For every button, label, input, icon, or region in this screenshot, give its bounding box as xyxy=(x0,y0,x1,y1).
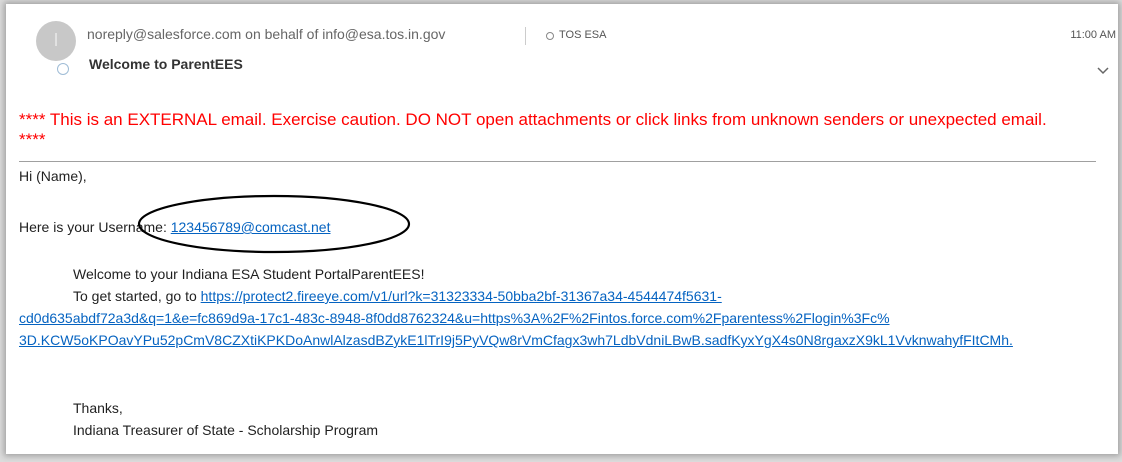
portal-link-part3[interactable]: 3D.KCW5oKPOavYPu52pCmV8CZXtiKPKDoAnwlAlz… xyxy=(19,332,1013,348)
portal-link-part1[interactable]: https://protect2.fireeye.com/v1/url?k=31… xyxy=(201,288,722,304)
email-subject: Welcome to ParentEES xyxy=(89,56,243,72)
highlight-ellipse xyxy=(137,194,411,254)
category-tag[interactable]: TOS ESA xyxy=(559,29,606,41)
portal-link-part2[interactable]: cd0d635abdf72a3d&q=1&e=fc869d9a-17c1-483… xyxy=(19,310,890,326)
category-circle-icon xyxy=(546,32,554,40)
sender-avatar[interactable]: I xyxy=(36,21,76,61)
greeting: Hi (Name), xyxy=(19,168,87,184)
avatar-initial: I xyxy=(53,30,59,51)
get-started-line: To get started, go to https://protect2.f… xyxy=(73,288,722,304)
closing-thanks: Thanks, xyxy=(73,400,123,416)
email-header: I noreply@salesforce.com on behalf of in… xyxy=(6,4,1118,84)
chevron-down-icon[interactable] xyxy=(1097,66,1109,76)
warning-divider xyxy=(19,161,1096,162)
external-warning: **** This is an EXTERNAL email. Exercise… xyxy=(19,110,1047,149)
email-window: I noreply@salesforce.com on behalf of in… xyxy=(6,4,1118,454)
welcome-text: Welcome to your Indiana ESA Student Port… xyxy=(73,266,425,282)
sender-address[interactable]: noreply@salesforce.com on behalf of info… xyxy=(87,26,445,42)
header-divider xyxy=(525,27,526,45)
get-started-label: To get started, go to xyxy=(73,288,201,304)
received-time: 11:00 AM xyxy=(1070,29,1116,41)
signature: Indiana Treasurer of State - Scholarship… xyxy=(73,422,379,438)
presence-status-icon xyxy=(57,63,69,75)
